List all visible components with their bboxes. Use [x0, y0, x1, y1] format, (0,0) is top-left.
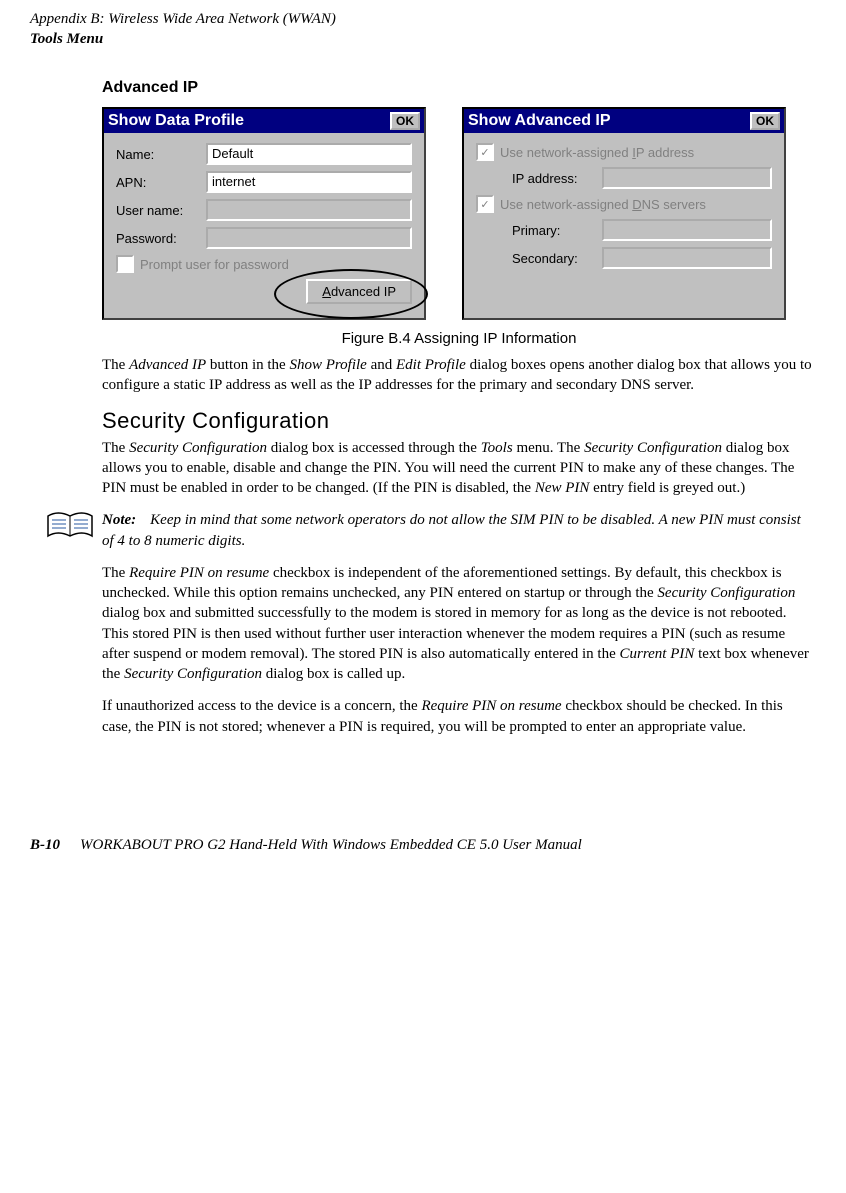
advanced-ip-button[interactable]: Advanced IP [306, 279, 412, 304]
paragraph-4: If unauthorized access to the device is … [102, 696, 816, 737]
dialog1-titlebar: Show Data Profile OK [104, 109, 424, 133]
apn-field[interactable]: internet [206, 171, 412, 193]
page-header: Appendix B: Wireless Wide Area Network (… [30, 10, 816, 49]
book-icon [46, 510, 94, 551]
use-ip-checkbox[interactable]: ✓ [476, 143, 494, 161]
dialog2-ok-button[interactable]: OK [750, 112, 780, 130]
primary-dns-label: Primary: [512, 223, 602, 238]
section-line: Tools Menu [30, 30, 816, 50]
primary-dns-field[interactable] [602, 219, 772, 241]
secondary-dns-label: Secondary: [512, 251, 602, 266]
screenshots-row: Show Data Profile OK Name: Default APN: … [102, 107, 816, 320]
secondary-dns-field[interactable] [602, 247, 772, 269]
paragraph-2: The Security Configuration dialog box is… [102, 438, 816, 499]
password-label: Password: [116, 231, 206, 246]
show-data-profile-dialog: Show Data Profile OK Name: Default APN: … [102, 107, 426, 320]
name-field[interactable]: Default [206, 143, 412, 165]
paragraph-1: The Advanced IP button in the Show Profi… [102, 355, 816, 396]
password-field[interactable] [206, 227, 412, 249]
username-field[interactable] [206, 199, 412, 221]
advanced-ip-heading: Advanced IP [102, 79, 816, 97]
appendix-line: Appendix B: Wireless Wide Area Network (… [30, 10, 816, 30]
manual-title: WORKABOUT PRO G2 Hand-Held With Windows … [80, 837, 582, 854]
show-advanced-ip-dialog: Show Advanced IP OK ✓ Use network-assign… [462, 107, 786, 320]
page-footer: B-10 WORKABOUT PRO G2 Hand-Held With Win… [30, 837, 816, 854]
security-configuration-heading: Security Configuration [102, 408, 816, 434]
page-number: B-10 [30, 837, 60, 854]
use-dns-checkbox[interactable]: ✓ [476, 195, 494, 213]
apn-label: APN: [116, 175, 206, 190]
username-label: User name: [116, 203, 206, 218]
note-text: Keep in mind that some network operators… [102, 512, 801, 548]
figure-caption: Figure B.4 Assigning IP Information [102, 330, 816, 347]
use-dns-label: Use network-assigned DNS servers [500, 197, 706, 212]
use-ip-label: Use network-assigned IP address [500, 145, 694, 160]
prompt-password-checkbox[interactable] [116, 255, 134, 273]
dialog1-title: Show Data Profile [108, 112, 244, 130]
dialog2-title: Show Advanced IP [468, 112, 611, 130]
paragraph-3: The Require PIN on resume checkbox is in… [102, 563, 816, 685]
dialog1-ok-button[interactable]: OK [390, 112, 420, 130]
note-label: Note: [102, 512, 136, 528]
ip-address-label: IP address: [512, 171, 602, 186]
prompt-password-label: Prompt user for password [140, 257, 289, 272]
note-block: Note:Keep in mind that some network oper… [102, 510, 816, 551]
ip-address-field[interactable] [602, 167, 772, 189]
name-label: Name: [116, 147, 206, 162]
dialog2-titlebar: Show Advanced IP OK [464, 109, 784, 133]
